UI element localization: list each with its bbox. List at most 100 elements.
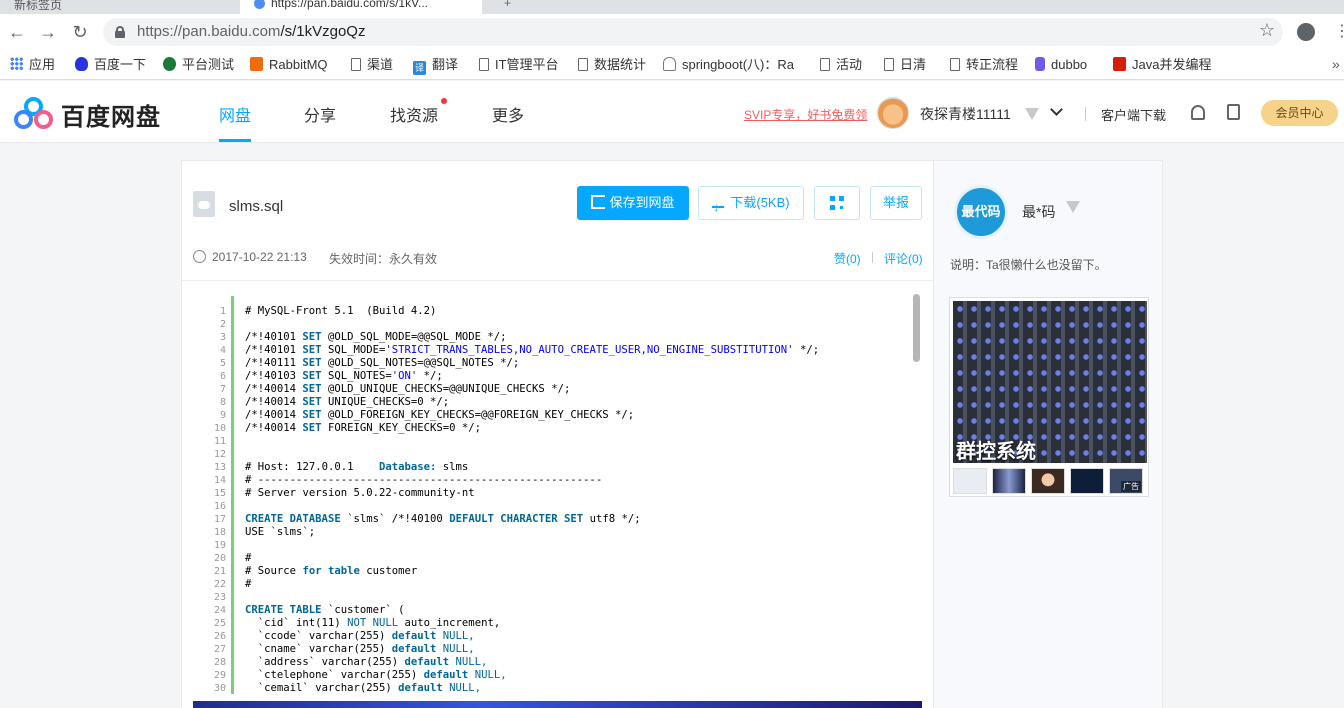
line-number: 17 xyxy=(213,514,226,525)
line-number: 7 xyxy=(219,384,226,395)
back-arrow-icon[interactable]: ← xyxy=(7,22,27,42)
bookmark-baidu[interactable]: 百度一下 xyxy=(75,57,146,73)
line-number: 24 xyxy=(213,605,226,616)
sharer-name[interactable]: 最*码 xyxy=(1022,202,1055,222)
java-icon xyxy=(1113,57,1126,71)
site-header: 百度网盘 网盘 分享 找资源 更多 SVIP专享，好书免费领 夜探青楼11111… xyxy=(0,81,1344,143)
line-number: 19 xyxy=(213,540,226,551)
line-number: 25 xyxy=(213,618,226,629)
code-line: /*!40014 SET UNIQUE_CHECKS=0 */; xyxy=(245,396,450,408)
bookmark-platform-test[interactable]: 平台测试 xyxy=(163,57,234,73)
url-text[interactable]: https://pan.baidu.com/s/1kVzgoQz xyxy=(137,23,365,40)
ad-banner[interactable]: 群控系统 广告 xyxy=(949,297,1149,497)
sharer-avatar[interactable]: 最代码 xyxy=(954,185,1008,239)
svip-promo-link[interactable]: SVIP专享，好书免费领 xyxy=(744,106,867,123)
line-number: 18 xyxy=(213,527,226,538)
username[interactable]: 夜探青楼11111 xyxy=(920,104,1011,124)
profile-icon[interactable] xyxy=(1297,23,1315,41)
browser-menu-icon[interactable]: ⋮ xyxy=(1334,23,1344,41)
line-number: 16 xyxy=(213,501,226,512)
download-button[interactable]: 下载(5KB) xyxy=(698,186,804,223)
code-line: `address` varchar(255) default NULL, xyxy=(257,656,488,668)
baidu-netdisk-logo-icon[interactable] xyxy=(14,97,54,129)
bookmark-translate[interactable]: 译翻译 xyxy=(413,57,458,75)
line-number: 13 xyxy=(213,462,226,473)
ad-thumb[interactable] xyxy=(992,468,1026,494)
line-number: 11 xyxy=(213,436,226,447)
bookmark-data-stats[interactable]: 数据统计 xyxy=(578,57,646,73)
client-download-link[interactable]: 客户端下载 xyxy=(1101,105,1166,124)
new-tab-button[interactable]: + xyxy=(490,0,520,14)
browser-tab-active[interactable]: https://pan.baidu.com/s/1kV... xyxy=(240,0,482,14)
ad-thumb[interactable] xyxy=(953,468,987,494)
file-name: slms.sql xyxy=(229,198,284,215)
line-number: 12 xyxy=(213,449,226,460)
bookmarks-overflow-icon[interactable]: » xyxy=(1332,56,1340,72)
sharer-panel: 最代码 最*码 说明：Ta很懒什么也没留下。 群控系统 广告 xyxy=(933,160,1163,708)
nav-share[interactable]: 分享 xyxy=(304,102,336,126)
reload-icon[interactable]: ↻ xyxy=(70,22,90,42)
forward-arrow-icon[interactable]: → xyxy=(38,22,58,42)
line-number: 20 xyxy=(213,553,226,564)
code-line: /*!40014 SET @OLD_UNIQUE_CHECKS=@@UNIQUE… xyxy=(245,383,571,395)
bookmark-dubbo[interactable]: dubbo xyxy=(1035,57,1087,73)
ad-thumb[interactable]: 广告 xyxy=(1109,468,1143,494)
user-avatar[interactable] xyxy=(877,97,909,129)
save-to-netdisk-button[interactable]: 保存到网盘 xyxy=(577,186,689,220)
code-line: /*!40014 SET FOREIGN_KEY_CHECKS=0 */; xyxy=(245,422,482,434)
code-scrollbar[interactable] xyxy=(913,294,920,362)
bottom-banner[interactable] xyxy=(193,701,922,708)
file-icon xyxy=(193,191,215,217)
browser-tab-title: https://pan.baidu.com/s/1kV... xyxy=(271,0,428,10)
browser-tab-newtab[interactable]: 新标签页 xyxy=(0,0,240,14)
share-date: 2017-10-22 21:13 xyxy=(212,250,307,264)
bookmark-apps[interactable]: 应用 xyxy=(10,57,55,73)
nav-find-resources[interactable]: 找资源 xyxy=(390,102,438,126)
page-icon xyxy=(820,58,830,71)
bookmark-daily[interactable]: 日清 xyxy=(884,57,926,73)
dubbo-icon xyxy=(1035,57,1045,71)
expire-time: 失效时间：永久有效 xyxy=(329,252,438,266)
bookmark-rabbitmq[interactable]: RabbitMQ xyxy=(250,57,328,73)
clock-icon xyxy=(193,250,206,263)
address-bar-row: ← → ↻ https://pan.baidu.com/s/1kVzgoQz ☆… xyxy=(0,14,1344,50)
url-omnibox[interactable]: https://pan.baidu.com/s/1kVzgoQz ☆ xyxy=(103,18,1283,46)
chevron-down-icon[interactable] xyxy=(1050,103,1063,116)
qr-code-icon xyxy=(830,196,844,210)
comment-link[interactable]: 评论(0) xyxy=(884,250,923,267)
ad-thumb[interactable] xyxy=(1031,468,1065,494)
ad-thumb[interactable] xyxy=(1070,468,1104,494)
code-line: `ccode` varchar(255) default NULL, xyxy=(257,630,475,642)
bell-icon[interactable] xyxy=(1191,105,1205,120)
code-line: # Source for table customer xyxy=(245,565,418,577)
line-number: 6 xyxy=(219,371,226,382)
report-button[interactable]: 举报 xyxy=(870,186,922,220)
nav-netdisk[interactable]: 网盘 xyxy=(219,102,251,126)
browser-tabstrip: 新标签页 https://pan.baidu.com/s/1kV... + xyxy=(0,0,1344,14)
bookmark-activity[interactable]: 活动 xyxy=(820,57,862,73)
clipboard-icon[interactable] xyxy=(1227,104,1240,120)
translate-icon: 译 xyxy=(413,61,426,75)
apps-grid-icon xyxy=(10,57,23,71)
bookmark-it-platform[interactable]: IT管理平台 xyxy=(479,57,559,73)
bookmark-channel[interactable]: 渠道 xyxy=(351,57,393,73)
save-icon xyxy=(591,195,606,209)
bookmark-star-icon[interactable]: ☆ xyxy=(1259,20,1275,41)
code-viewer[interactable]: 1 2 3 4 5 6 7 8 9 10 11 12 13 14 15 16 17 18 19 20 21 22 23 24 2… xyxy=(182,296,922,694)
line-number: 4 xyxy=(219,345,226,356)
nav-more[interactable]: 更多 xyxy=(492,102,524,126)
qr-code-button[interactable] xyxy=(814,186,860,220)
line-number: 8 xyxy=(219,397,226,408)
bookmark-regularization[interactable]: 转正流程 xyxy=(950,57,1018,73)
bookmark-springboot[interactable]: springboot(八)：Ra xyxy=(663,57,794,73)
download-icon xyxy=(712,191,725,223)
like-link[interactable]: 赞(0) xyxy=(834,250,861,267)
bookmark-java-concurrency[interactable]: Java并发编程 xyxy=(1113,57,1211,73)
code-line: # Host: 127.0.0.1 Database: slms xyxy=(245,461,469,473)
page-icon xyxy=(950,58,960,71)
logo-text[interactable]: 百度网盘 xyxy=(61,97,161,132)
line-number: 5 xyxy=(219,358,226,369)
vip-center-button[interactable]: 会员中心 xyxy=(1261,100,1338,126)
